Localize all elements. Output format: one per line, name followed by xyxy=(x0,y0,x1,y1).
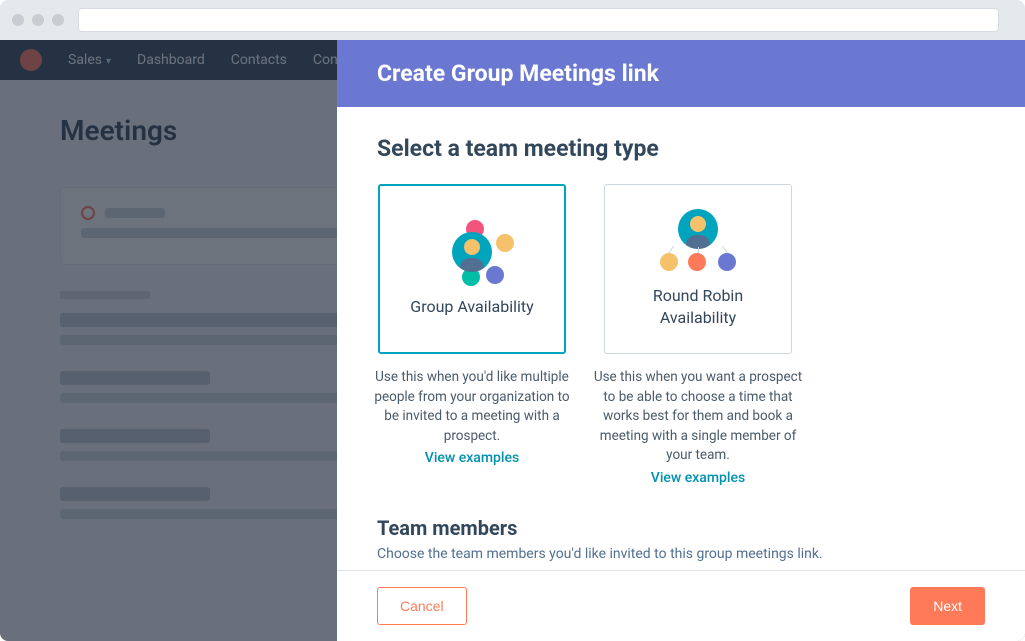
option-label: Round Robin Availability xyxy=(615,285,781,328)
option-label: Group Availability xyxy=(410,296,533,318)
option-description: Use this when you'd like multiple people… xyxy=(367,368,577,446)
option-group-availability[interactable]: Group Availability xyxy=(378,184,566,354)
group-availability-illustration-icon xyxy=(432,220,512,282)
browser-chrome xyxy=(0,0,1025,40)
view-examples-link-round-robin[interactable]: View examples xyxy=(651,470,745,486)
panel-title: Create Group Meetings link xyxy=(337,40,1025,107)
section-heading-meeting-type: Select a team meeting type xyxy=(377,135,985,162)
round-robin-illustration-icon xyxy=(658,209,738,271)
view-examples-link-group[interactable]: View examples xyxy=(425,450,519,466)
create-group-meeting-panel: Create Group Meetings link Select a team… xyxy=(337,40,1025,641)
option-description: Use this when you want a prospect to be … xyxy=(588,368,808,466)
cancel-button[interactable]: Cancel xyxy=(377,587,467,625)
panel-footer: Cancel Next xyxy=(337,570,1025,641)
minimize-window-dot[interactable] xyxy=(32,14,44,26)
section-heading-team-members: Team members xyxy=(377,516,985,540)
next-button[interactable]: Next xyxy=(910,587,985,625)
url-bar[interactable] xyxy=(78,8,999,32)
team-members-subtext: Choose the team members you'd like invit… xyxy=(377,546,985,562)
option-round-robin-availability[interactable]: Round Robin Availability xyxy=(604,184,792,354)
window-controls xyxy=(12,14,64,26)
maximize-window-dot[interactable] xyxy=(52,14,64,26)
close-window-dot[interactable] xyxy=(12,14,24,26)
